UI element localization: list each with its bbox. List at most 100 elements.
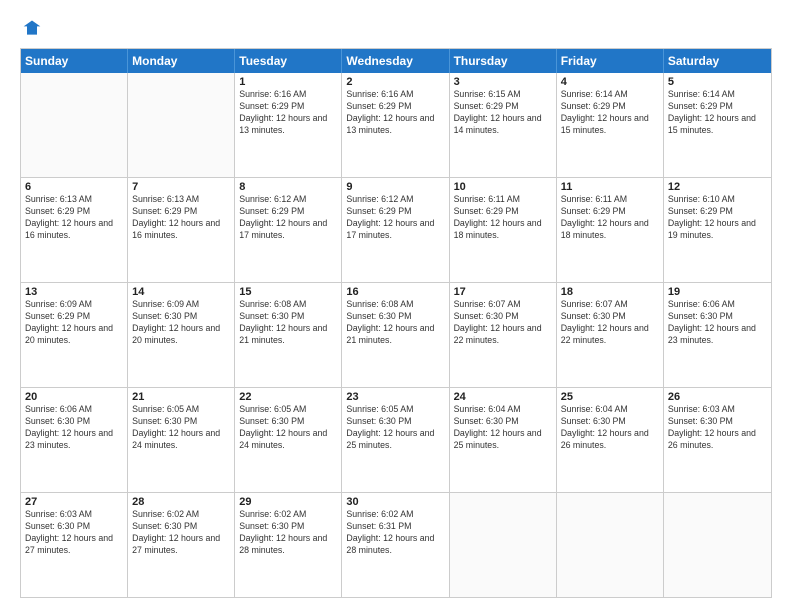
day-number: 29 xyxy=(239,496,337,508)
cell-info: Sunrise: 6:07 AM Sunset: 6:30 PM Dayligh… xyxy=(561,299,659,347)
cell-info: Sunrise: 6:11 AM Sunset: 6:29 PM Dayligh… xyxy=(454,194,552,242)
day-number: 15 xyxy=(239,286,337,298)
day-number: 12 xyxy=(668,181,767,193)
day-number: 18 xyxy=(561,286,659,298)
day-number: 1 xyxy=(239,76,337,88)
day-number: 3 xyxy=(454,76,552,88)
day-number: 20 xyxy=(25,391,123,403)
cell-info: Sunrise: 6:12 AM Sunset: 6:29 PM Dayligh… xyxy=(239,194,337,242)
header-day-monday: Monday xyxy=(128,49,235,73)
calendar-cell: 10Sunrise: 6:11 AM Sunset: 6:29 PM Dayli… xyxy=(450,178,557,282)
day-number: 17 xyxy=(454,286,552,298)
calendar-cell: 2Sunrise: 6:16 AM Sunset: 6:29 PM Daylig… xyxy=(342,73,449,177)
day-number: 14 xyxy=(132,286,230,298)
day-number: 7 xyxy=(132,181,230,193)
cell-info: Sunrise: 6:09 AM Sunset: 6:30 PM Dayligh… xyxy=(132,299,230,347)
cell-info: Sunrise: 6:06 AM Sunset: 6:30 PM Dayligh… xyxy=(25,404,123,452)
calendar-cell: 29Sunrise: 6:02 AM Sunset: 6:30 PM Dayli… xyxy=(235,493,342,597)
logo xyxy=(20,18,42,40)
calendar-row-4: 27Sunrise: 6:03 AM Sunset: 6:30 PM Dayli… xyxy=(21,493,771,597)
header-day-sunday: Sunday xyxy=(21,49,128,73)
day-number: 19 xyxy=(668,286,767,298)
calendar-cell: 15Sunrise: 6:08 AM Sunset: 6:30 PM Dayli… xyxy=(235,283,342,387)
day-number: 6 xyxy=(25,181,123,193)
day-number: 4 xyxy=(561,76,659,88)
day-number: 23 xyxy=(346,391,444,403)
calendar-cell: 19Sunrise: 6:06 AM Sunset: 6:30 PM Dayli… xyxy=(664,283,771,387)
calendar-cell: 20Sunrise: 6:06 AM Sunset: 6:30 PM Dayli… xyxy=(21,388,128,492)
cell-info: Sunrise: 6:13 AM Sunset: 6:29 PM Dayligh… xyxy=(132,194,230,242)
cell-info: Sunrise: 6:05 AM Sunset: 6:30 PM Dayligh… xyxy=(346,404,444,452)
cell-info: Sunrise: 6:08 AM Sunset: 6:30 PM Dayligh… xyxy=(239,299,337,347)
calendar-cell: 22Sunrise: 6:05 AM Sunset: 6:30 PM Dayli… xyxy=(235,388,342,492)
day-number: 21 xyxy=(132,391,230,403)
cell-info: Sunrise: 6:14 AM Sunset: 6:29 PM Dayligh… xyxy=(668,89,767,137)
cell-info: Sunrise: 6:04 AM Sunset: 6:30 PM Dayligh… xyxy=(561,404,659,452)
calendar-cell: 17Sunrise: 6:07 AM Sunset: 6:30 PM Dayli… xyxy=(450,283,557,387)
day-number: 11 xyxy=(561,181,659,193)
day-number: 26 xyxy=(668,391,767,403)
cell-info: Sunrise: 6:04 AM Sunset: 6:30 PM Dayligh… xyxy=(454,404,552,452)
header-day-saturday: Saturday xyxy=(664,49,771,73)
calendar-cell: 30Sunrise: 6:02 AM Sunset: 6:31 PM Dayli… xyxy=(342,493,449,597)
calendar-cell: 24Sunrise: 6:04 AM Sunset: 6:30 PM Dayli… xyxy=(450,388,557,492)
cell-info: Sunrise: 6:05 AM Sunset: 6:30 PM Dayligh… xyxy=(239,404,337,452)
cell-info: Sunrise: 6:02 AM Sunset: 6:31 PM Dayligh… xyxy=(346,509,444,557)
calendar-cell: 13Sunrise: 6:09 AM Sunset: 6:29 PM Dayli… xyxy=(21,283,128,387)
calendar-cell: 26Sunrise: 6:03 AM Sunset: 6:30 PM Dayli… xyxy=(664,388,771,492)
cell-info: Sunrise: 6:14 AM Sunset: 6:29 PM Dayligh… xyxy=(561,89,659,137)
cell-info: Sunrise: 6:12 AM Sunset: 6:29 PM Dayligh… xyxy=(346,194,444,242)
day-number: 5 xyxy=(668,76,767,88)
header-day-tuesday: Tuesday xyxy=(235,49,342,73)
calendar-cell: 14Sunrise: 6:09 AM Sunset: 6:30 PM Dayli… xyxy=(128,283,235,387)
calendar-row-3: 20Sunrise: 6:06 AM Sunset: 6:30 PM Dayli… xyxy=(21,388,771,493)
cell-info: Sunrise: 6:07 AM Sunset: 6:30 PM Dayligh… xyxy=(454,299,552,347)
cell-info: Sunrise: 6:10 AM Sunset: 6:29 PM Dayligh… xyxy=(668,194,767,242)
cell-info: Sunrise: 6:06 AM Sunset: 6:30 PM Dayligh… xyxy=(668,299,767,347)
cell-info: Sunrise: 6:03 AM Sunset: 6:30 PM Dayligh… xyxy=(25,509,123,557)
day-number: 9 xyxy=(346,181,444,193)
day-number: 28 xyxy=(132,496,230,508)
calendar-cell xyxy=(557,493,664,597)
day-number: 2 xyxy=(346,76,444,88)
calendar-row-2: 13Sunrise: 6:09 AM Sunset: 6:29 PM Dayli… xyxy=(21,283,771,388)
calendar-cell: 5Sunrise: 6:14 AM Sunset: 6:29 PM Daylig… xyxy=(664,73,771,177)
day-number: 22 xyxy=(239,391,337,403)
cell-info: Sunrise: 6:13 AM Sunset: 6:29 PM Dayligh… xyxy=(25,194,123,242)
calendar-cell: 9Sunrise: 6:12 AM Sunset: 6:29 PM Daylig… xyxy=(342,178,449,282)
day-number: 10 xyxy=(454,181,552,193)
calendar-cell xyxy=(128,73,235,177)
header-day-friday: Friday xyxy=(557,49,664,73)
calendar-cell: 16Sunrise: 6:08 AM Sunset: 6:30 PM Dayli… xyxy=(342,283,449,387)
logo-icon xyxy=(22,18,42,38)
day-number: 16 xyxy=(346,286,444,298)
calendar-cell: 28Sunrise: 6:02 AM Sunset: 6:30 PM Dayli… xyxy=(128,493,235,597)
calendar-header: SundayMondayTuesdayWednesdayThursdayFrid… xyxy=(21,49,771,73)
cell-info: Sunrise: 6:05 AM Sunset: 6:30 PM Dayligh… xyxy=(132,404,230,452)
day-number: 27 xyxy=(25,496,123,508)
cell-info: Sunrise: 6:08 AM Sunset: 6:30 PM Dayligh… xyxy=(346,299,444,347)
cell-info: Sunrise: 6:02 AM Sunset: 6:30 PM Dayligh… xyxy=(239,509,337,557)
calendar-row-0: 1Sunrise: 6:16 AM Sunset: 6:29 PM Daylig… xyxy=(21,73,771,178)
calendar-cell: 27Sunrise: 6:03 AM Sunset: 6:30 PM Dayli… xyxy=(21,493,128,597)
day-number: 25 xyxy=(561,391,659,403)
calendar-cell: 12Sunrise: 6:10 AM Sunset: 6:29 PM Dayli… xyxy=(664,178,771,282)
calendar-cell xyxy=(664,493,771,597)
calendar: SundayMondayTuesdayWednesdayThursdayFrid… xyxy=(20,48,772,598)
cell-info: Sunrise: 6:16 AM Sunset: 6:29 PM Dayligh… xyxy=(239,89,337,137)
cell-info: Sunrise: 6:09 AM Sunset: 6:29 PM Dayligh… xyxy=(25,299,123,347)
calendar-cell: 1Sunrise: 6:16 AM Sunset: 6:29 PM Daylig… xyxy=(235,73,342,177)
calendar-cell: 23Sunrise: 6:05 AM Sunset: 6:30 PM Dayli… xyxy=(342,388,449,492)
calendar-body: 1Sunrise: 6:16 AM Sunset: 6:29 PM Daylig… xyxy=(21,73,771,597)
day-number: 8 xyxy=(239,181,337,193)
calendar-cell: 18Sunrise: 6:07 AM Sunset: 6:30 PM Dayli… xyxy=(557,283,664,387)
header-day-wednesday: Wednesday xyxy=(342,49,449,73)
calendar-cell: 7Sunrise: 6:13 AM Sunset: 6:29 PM Daylig… xyxy=(128,178,235,282)
header xyxy=(20,18,772,40)
cell-info: Sunrise: 6:02 AM Sunset: 6:30 PM Dayligh… xyxy=(132,509,230,557)
calendar-cell: 6Sunrise: 6:13 AM Sunset: 6:29 PM Daylig… xyxy=(21,178,128,282)
calendar-cell xyxy=(450,493,557,597)
cell-info: Sunrise: 6:11 AM Sunset: 6:29 PM Dayligh… xyxy=(561,194,659,242)
page: SundayMondayTuesdayWednesdayThursdayFrid… xyxy=(0,0,792,612)
calendar-cell: 25Sunrise: 6:04 AM Sunset: 6:30 PM Dayli… xyxy=(557,388,664,492)
